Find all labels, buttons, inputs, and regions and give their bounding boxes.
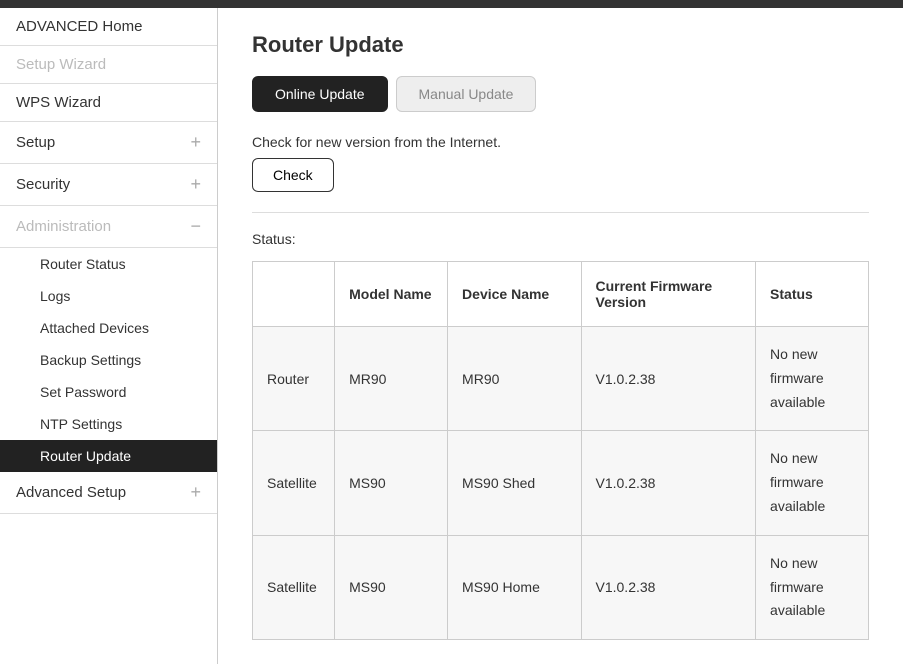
tabs: Online Update Manual Update [252, 76, 869, 112]
status-table: Model Name Device Name Current Firmware … [252, 261, 869, 640]
sidebar: ADVANCED Home Setup Wizard WPS Wizard Se… [0, 8, 218, 664]
check-text: Check for new version from the Internet. [252, 134, 869, 150]
sidebar-item-setup[interactable]: Setup + [0, 122, 217, 164]
table-row: Satellite MS90 MS90 Shed V1.0.2.38 No ne… [253, 431, 869, 535]
plus-icon: + [190, 482, 201, 503]
sidebar-sub-label: Attached Devices [40, 320, 149, 336]
sidebar-sub-label: Logs [40, 288, 70, 304]
sidebar-label: Security [16, 176, 70, 193]
minus-icon: − [190, 216, 201, 237]
tab-manual-update[interactable]: Manual Update [396, 76, 537, 112]
sidebar-item-setup-wizard: Setup Wizard [0, 46, 217, 84]
sidebar-item-administration[interactable]: Administration − [0, 206, 217, 248]
cell-device: MR90 [448, 327, 581, 431]
page-title: Router Update [252, 32, 869, 58]
cell-type: Satellite [253, 535, 335, 639]
cell-device: MS90 Home [448, 535, 581, 639]
sidebar-sub-attached-devices[interactable]: Attached Devices [0, 312, 217, 344]
sidebar-label: Setup [16, 134, 55, 151]
sidebar-item-security[interactable]: Security + [0, 164, 217, 206]
sidebar-sub-label: NTP Settings [40, 416, 122, 432]
sidebar-sub-router-update[interactable]: Router Update [0, 440, 217, 472]
cell-model: MR90 [335, 327, 448, 431]
sidebar-label: Advanced Setup [16, 484, 126, 501]
divider [252, 212, 869, 213]
cell-version: V1.0.2.38 [581, 431, 756, 535]
sidebar-sub-router-status[interactable]: Router Status [0, 248, 217, 280]
cell-model: MS90 [335, 535, 448, 639]
sidebar-sub-label: Router Status [40, 256, 126, 272]
cell-model: MS90 [335, 431, 448, 535]
cell-type: Satellite [253, 431, 335, 535]
plus-icon: + [190, 174, 201, 195]
sidebar-sub-label: Backup Settings [40, 352, 141, 368]
cell-version: V1.0.2.38 [581, 327, 756, 431]
check-button-label: Check [273, 167, 313, 183]
cell-version: V1.0.2.38 [581, 535, 756, 639]
sidebar-item-advanced-setup[interactable]: Advanced Setup + [0, 472, 217, 514]
sidebar-sub-label: Set Password [40, 384, 126, 400]
table-row: Satellite MS90 MS90 Home V1.0.2.38 No ne… [253, 535, 869, 639]
sidebar-label: Setup Wizard [16, 56, 106, 73]
sidebar-sub-set-password[interactable]: Set Password [0, 376, 217, 408]
sidebar-label: Administration [16, 218, 111, 235]
sidebar-label: WPS Wizard [16, 94, 101, 111]
sidebar-label: ADVANCED Home [16, 18, 142, 35]
table-header: Current Firmware Version [581, 262, 756, 327]
cell-status: No new firmware available [756, 431, 869, 535]
cell-status: No new firmware available [756, 327, 869, 431]
table-header: Status [756, 262, 869, 327]
plus-icon: + [190, 132, 201, 153]
tab-label: Online Update [275, 86, 365, 102]
top-bar [0, 0, 903, 8]
status-label: Status: [252, 231, 869, 247]
sidebar-sub-logs[interactable]: Logs [0, 280, 217, 312]
table-row: Router MR90 MR90 V1.0.2.38 No new firmwa… [253, 327, 869, 431]
tab-label: Manual Update [419, 86, 514, 102]
sidebar-sub-ntp-settings[interactable]: NTP Settings [0, 408, 217, 440]
sidebar-item-wps-wizard[interactable]: WPS Wizard [0, 84, 217, 122]
tab-online-update[interactable]: Online Update [252, 76, 388, 112]
cell-type: Router [253, 327, 335, 431]
table-header: Model Name [335, 262, 448, 327]
main-content: Router Update Online Update Manual Updat… [218, 8, 903, 664]
sidebar-sub-label: Router Update [40, 448, 131, 464]
sidebar-sub-backup-settings[interactable]: Backup Settings [0, 344, 217, 376]
cell-status: No new firmware available [756, 535, 869, 639]
cell-device: MS90 Shed [448, 431, 581, 535]
check-button[interactable]: Check [252, 158, 334, 192]
table-header [253, 262, 335, 327]
table-header: Device Name [448, 262, 581, 327]
sidebar-item-advanced-home[interactable]: ADVANCED Home [0, 8, 217, 46]
layout: ADVANCED Home Setup Wizard WPS Wizard Se… [0, 8, 903, 664]
check-section: Check for new version from the Internet.… [252, 134, 869, 192]
table-header-row: Model Name Device Name Current Firmware … [253, 262, 869, 327]
